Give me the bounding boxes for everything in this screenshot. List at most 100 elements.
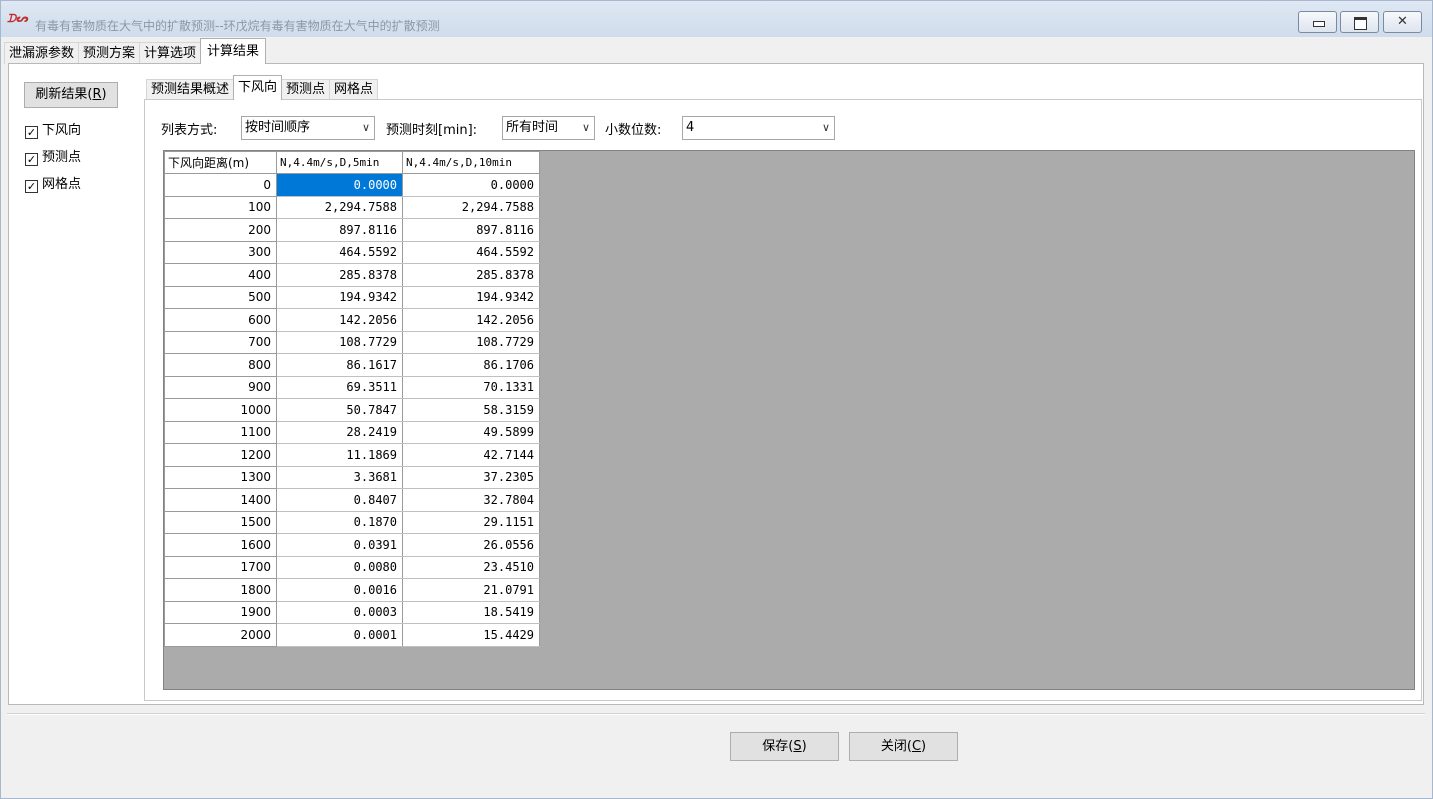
table-row[interactable]: 300 464.5592 464.5592 (164, 240, 540, 264)
value-5min-cell[interactable]: 69.3511 (276, 375, 403, 399)
row-distance-cell[interactable]: 0 (164, 173, 277, 197)
column-header-10min[interactable]: N,4.4m/s,D,10min (402, 151, 540, 174)
row-distance-cell[interactable]: 500 (164, 285, 277, 309)
checkbox-grid-points[interactable]: ✓ 网格点 (25, 176, 81, 194)
value-10min-cell[interactable]: 142.2056 (402, 308, 540, 332)
value-10min-cell[interactable]: 108.7729 (402, 330, 540, 354)
value-5min-cell[interactable]: 2,294.7588 (276, 195, 403, 219)
subtab-summary[interactable]: 预测结果概述 (146, 79, 235, 100)
row-distance-cell[interactable]: 300 (164, 240, 277, 264)
value-10min-cell[interactable]: 285.8378 (402, 263, 540, 287)
value-10min-cell[interactable]: 2,294.7588 (402, 195, 540, 219)
tab-calc-options[interactable]: 计算选项 (139, 42, 202, 64)
value-10min-cell[interactable]: 194.9342 (402, 285, 540, 309)
table-row[interactable]: 400 285.8378 285.8378 (164, 263, 540, 287)
row-distance-cell[interactable]: 1800 (164, 578, 277, 602)
value-10min-cell[interactable]: 23.4510 (402, 555, 540, 579)
table-row[interactable]: 800 86.1617 86.1706 (164, 353, 540, 377)
value-5min-cell[interactable]: 0.0080 (276, 555, 403, 579)
value-10min-cell[interactable]: 464.5592 (402, 240, 540, 264)
row-distance-cell[interactable]: 400 (164, 263, 277, 287)
value-5min-cell[interactable]: 194.9342 (276, 285, 403, 309)
checkbox-downwind[interactable]: ✓ 下风向 (25, 122, 81, 140)
table-row[interactable]: 1300 3.3681 37.2305 (164, 465, 540, 489)
value-5min-cell[interactable]: 28.2419 (276, 420, 403, 444)
table-row[interactable]: 100 2,294.7588 2,294.7588 (164, 195, 540, 219)
value-5min-cell[interactable]: 0.0003 (276, 600, 403, 624)
value-10min-cell[interactable]: 21.0791 (402, 578, 540, 602)
row-distance-cell[interactable]: 2000 (164, 623, 277, 647)
row-distance-cell[interactable]: 1200 (164, 443, 277, 467)
value-5min-cell[interactable]: 50.7847 (276, 398, 403, 422)
row-distance-cell[interactable]: 1700 (164, 555, 277, 579)
refresh-results-button[interactable]: 刷新结果(R) (24, 82, 118, 108)
value-10min-cell[interactable]: 18.5419 (402, 600, 540, 624)
value-5min-cell[interactable]: 86.1617 (276, 353, 403, 377)
row-distance-cell[interactable]: 1300 (164, 465, 277, 489)
maximize-button[interactable] (1340, 11, 1379, 33)
row-distance-cell[interactable]: 1400 (164, 488, 277, 512)
table-row[interactable]: 1500 0.1870 29.1151 (164, 510, 540, 534)
value-10min-cell[interactable]: 32.7804 (402, 488, 540, 512)
value-10min-cell[interactable]: 49.5899 (402, 420, 540, 444)
table-row[interactable]: 1800 0.0016 21.0791 (164, 578, 540, 602)
table-row[interactable]: 900 69.3511 70.1331 (164, 375, 540, 399)
value-5min-cell[interactable]: 0.8407 (276, 488, 403, 512)
value-5min-cell[interactable]: 11.1869 (276, 443, 403, 467)
save-button[interactable]: 保存(S) (730, 732, 839, 761)
table-row[interactable]: 600 142.2056 142.2056 (164, 308, 540, 332)
column-header-distance[interactable]: 下风向距离(m) (164, 151, 277, 174)
table-row[interactable]: 1200 11.1869 42.7144 (164, 443, 540, 467)
table-row[interactable]: 700 108.7729 108.7729 (164, 330, 540, 354)
table-row[interactable]: 1700 0.0080 23.4510 (164, 555, 540, 579)
value-10min-cell[interactable]: 0.0000 (402, 173, 540, 197)
value-10min-cell[interactable]: 42.7144 (402, 443, 540, 467)
value-5min-cell[interactable]: 0.0000 (276, 173, 403, 197)
tab-prediction-scheme[interactable]: 预测方案 (78, 42, 141, 64)
checkbox-prediction-points[interactable]: ✓ 预测点 (25, 149, 81, 167)
row-distance-cell[interactable]: 100 (164, 195, 277, 219)
value-5min-cell[interactable]: 897.8116 (276, 218, 403, 242)
minimize-button[interactable] (1298, 11, 1337, 33)
close-button[interactable]: 关闭(C) (849, 732, 958, 761)
table-row[interactable]: 200 897.8116 897.8116 (164, 218, 540, 242)
row-distance-cell[interactable]: 1500 (164, 510, 277, 534)
table-row[interactable]: 2000 0.0001 15.4429 (164, 623, 540, 647)
table-row[interactable]: 1400 0.8407 32.7804 (164, 488, 540, 512)
results-grid[interactable]: 下风向距离(m) N,4.4m/s,D,5min N,4.4m/s,D,10mi… (163, 150, 1415, 690)
decimals-select[interactable]: 4 ∨ (682, 116, 835, 140)
value-5min-cell[interactable]: 0.0001 (276, 623, 403, 647)
value-5min-cell[interactable]: 0.0391 (276, 533, 403, 557)
value-5min-cell[interactable]: 3.3681 (276, 465, 403, 489)
row-distance-cell[interactable]: 1000 (164, 398, 277, 422)
row-distance-cell[interactable]: 1100 (164, 420, 277, 444)
subtab-downwind[interactable]: 下风向 (233, 75, 283, 100)
title-bar[interactable]: ᗪᔕ 有毒有害物质在大气中的扩散预测--环戊烷有毒有害物质在大气中的扩散预测 (1, 1, 1432, 37)
table-row[interactable]: 1600 0.0391 26.0556 (164, 533, 540, 557)
value-10min-cell[interactable]: 37.2305 (402, 465, 540, 489)
row-distance-cell[interactable]: 900 (164, 375, 277, 399)
value-10min-cell[interactable]: 897.8116 (402, 218, 540, 242)
subtab-grid-points[interactable]: 网格点 (329, 79, 379, 100)
row-distance-cell[interactable]: 1600 (164, 533, 277, 557)
value-10min-cell[interactable]: 26.0556 (402, 533, 540, 557)
subtab-prediction-points[interactable]: 预测点 (281, 79, 331, 100)
table-row[interactable]: 1100 28.2419 49.5899 (164, 420, 540, 444)
close-window-button[interactable] (1383, 11, 1422, 33)
value-5min-cell[interactable]: 108.7729 (276, 330, 403, 354)
tab-leak-source-params[interactable]: 泄漏源参数 (4, 42, 80, 64)
table-row[interactable]: 500 194.9342 194.9342 (164, 285, 540, 309)
value-10min-cell[interactable]: 58.3159 (402, 398, 540, 422)
value-10min-cell[interactable]: 86.1706 (402, 353, 540, 377)
time-select[interactable]: 所有时间 ∨ (502, 116, 595, 140)
value-10min-cell[interactable]: 29.1151 (402, 510, 540, 534)
value-10min-cell[interactable]: 70.1331 (402, 375, 540, 399)
value-5min-cell[interactable]: 285.8378 (276, 263, 403, 287)
value-5min-cell[interactable]: 0.0016 (276, 578, 403, 602)
row-distance-cell[interactable]: 200 (164, 218, 277, 242)
row-distance-cell[interactable]: 600 (164, 308, 277, 332)
row-distance-cell[interactable]: 700 (164, 330, 277, 354)
value-10min-cell[interactable]: 15.4429 (402, 623, 540, 647)
value-5min-cell[interactable]: 0.1870 (276, 510, 403, 534)
value-5min-cell[interactable]: 464.5592 (276, 240, 403, 264)
